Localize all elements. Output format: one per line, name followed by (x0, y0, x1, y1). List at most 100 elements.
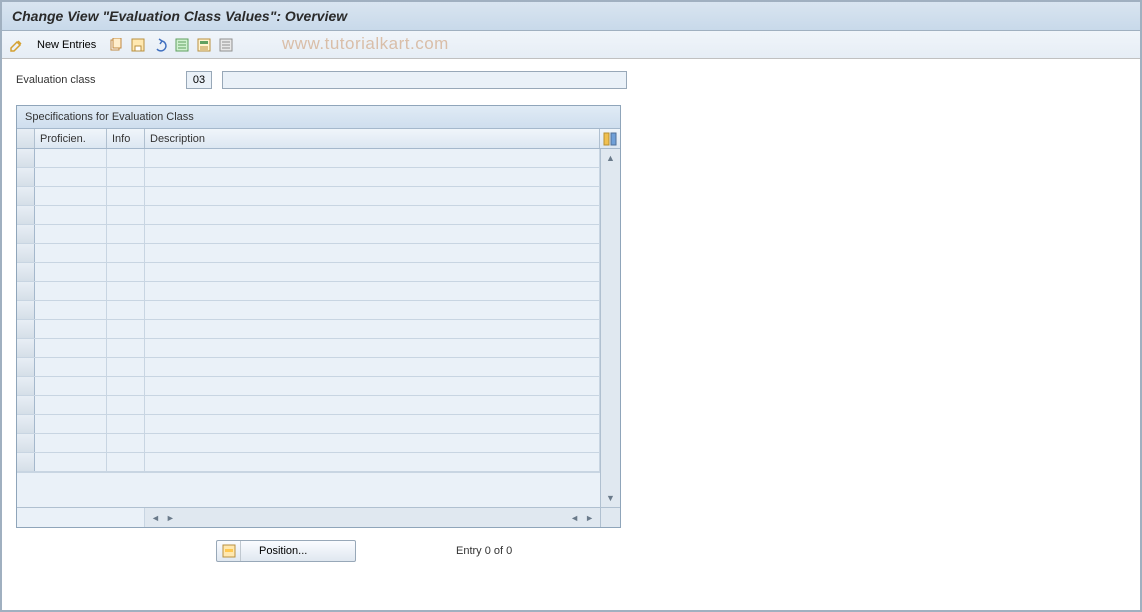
new-entries-button[interactable]: New Entries (30, 36, 103, 54)
cell-info[interactable] (107, 434, 145, 452)
row-selector[interactable] (17, 282, 35, 300)
row-selector[interactable] (17, 225, 35, 243)
cell-info[interactable] (107, 415, 145, 433)
cell-proficien[interactable] (35, 225, 107, 243)
horizontal-scrollbar[interactable]: ◄ ► ◄ ► (145, 508, 600, 527)
row-selector[interactable] (17, 339, 35, 357)
cell-info[interactable] (107, 168, 145, 186)
page-title-text: Change View "Evaluation Class Values": O… (12, 8, 347, 24)
cell-description[interactable] (145, 149, 600, 167)
cell-proficien[interactable] (35, 339, 107, 357)
cell-info[interactable] (107, 206, 145, 224)
content-area: Evaluation class Specifications for Eval… (2, 59, 1140, 574)
row-selector[interactable] (17, 149, 35, 167)
cell-info[interactable] (107, 225, 145, 243)
cell-description[interactable] (145, 168, 600, 186)
cell-description[interactable] (145, 263, 600, 281)
row-selector[interactable] (17, 168, 35, 186)
cell-info[interactable] (107, 149, 145, 167)
scroll-left-icon[interactable]: ► (164, 513, 177, 523)
cell-proficien[interactable] (35, 415, 107, 433)
cell-info[interactable] (107, 339, 145, 357)
cell-info[interactable] (107, 358, 145, 376)
row-selector[interactable] (17, 263, 35, 281)
deselect-all-icon[interactable] (217, 36, 235, 54)
row-selector[interactable] (17, 396, 35, 414)
cell-description[interactable] (145, 358, 600, 376)
cell-info[interactable] (107, 396, 145, 414)
cell-proficien[interactable] (35, 206, 107, 224)
cell-info[interactable] (107, 453, 145, 471)
table-row (17, 206, 600, 225)
cell-proficien[interactable] (35, 301, 107, 319)
evaluation-class-desc-input[interactable] (222, 71, 627, 89)
cell-description[interactable] (145, 377, 600, 395)
cell-description[interactable] (145, 301, 600, 319)
evaluation-class-label: Evaluation class (16, 74, 176, 86)
cell-description[interactable] (145, 282, 600, 300)
table-row (17, 282, 600, 301)
main-window: Change View "Evaluation Class Values": O… (0, 0, 1142, 612)
row-selector[interactable] (17, 415, 35, 433)
scroll-right-end-icon[interactable]: ► (583, 513, 596, 523)
row-selector[interactable] (17, 206, 35, 224)
cell-info[interactable] (107, 377, 145, 395)
cell-description[interactable] (145, 320, 600, 338)
evaluation-class-code-input[interactable] (186, 71, 212, 89)
cell-proficien[interactable] (35, 149, 107, 167)
cell-description[interactable] (145, 244, 600, 262)
column-header-description[interactable]: Description (145, 129, 600, 148)
row-selector[interactable] (17, 244, 35, 262)
position-button[interactable]: Position... (216, 540, 356, 562)
cell-description[interactable] (145, 225, 600, 243)
cell-info[interactable] (107, 301, 145, 319)
cell-proficien[interactable] (35, 358, 107, 376)
undo-icon[interactable] (151, 36, 169, 54)
cell-info[interactable] (107, 187, 145, 205)
row-selector[interactable] (17, 301, 35, 319)
cell-description[interactable] (145, 339, 600, 357)
cell-description[interactable] (145, 396, 600, 414)
row-selector[interactable] (17, 434, 35, 452)
cell-proficien[interactable] (35, 282, 107, 300)
row-selector[interactable] (17, 453, 35, 471)
row-selector[interactable] (17, 187, 35, 205)
scroll-right-icon[interactable]: ◄ (568, 513, 581, 523)
row-selector[interactable] (17, 377, 35, 395)
row-selector[interactable] (17, 358, 35, 376)
column-header-proficien[interactable]: Proficien. (35, 129, 107, 148)
cell-description[interactable] (145, 206, 600, 224)
scroll-down-icon[interactable]: ▼ (603, 491, 619, 505)
cell-proficien[interactable] (35, 453, 107, 471)
cell-proficien[interactable] (35, 244, 107, 262)
cell-description[interactable] (145, 453, 600, 471)
cell-proficien[interactable] (35, 168, 107, 186)
column-header-info[interactable]: Info (107, 129, 145, 148)
vertical-scrollbar[interactable]: ▲ ▼ (600, 149, 620, 507)
cell-proficien[interactable] (35, 434, 107, 452)
cell-proficien[interactable] (35, 377, 107, 395)
table-config-icon[interactable] (600, 129, 620, 148)
select-all-rows-handle[interactable] (17, 129, 35, 148)
cell-proficien[interactable] (35, 263, 107, 281)
cell-info[interactable] (107, 244, 145, 262)
cell-proficien[interactable] (35, 187, 107, 205)
row-selector[interactable] (17, 320, 35, 338)
scroll-left-start-icon[interactable]: ◄ (149, 513, 162, 523)
cell-description[interactable] (145, 187, 600, 205)
cell-proficien[interactable] (35, 320, 107, 338)
copy-icon[interactable] (107, 36, 125, 54)
scroll-up-icon[interactable]: ▲ (603, 151, 619, 165)
toggle-edit-icon[interactable] (8, 36, 26, 54)
select-block-icon[interactable] (195, 36, 213, 54)
cell-proficien[interactable] (35, 396, 107, 414)
select-all-icon[interactable] (173, 36, 191, 54)
cell-info[interactable] (107, 320, 145, 338)
horizontal-scrollbar-row: ◄ ► ◄ ► (17, 507, 620, 527)
spec-table-panel: Specifications for Evaluation Class Prof… (16, 105, 621, 528)
save-variant-icon[interactable] (129, 36, 147, 54)
cell-description[interactable] (145, 415, 600, 433)
cell-info[interactable] (107, 282, 145, 300)
cell-description[interactable] (145, 434, 600, 452)
cell-info[interactable] (107, 263, 145, 281)
